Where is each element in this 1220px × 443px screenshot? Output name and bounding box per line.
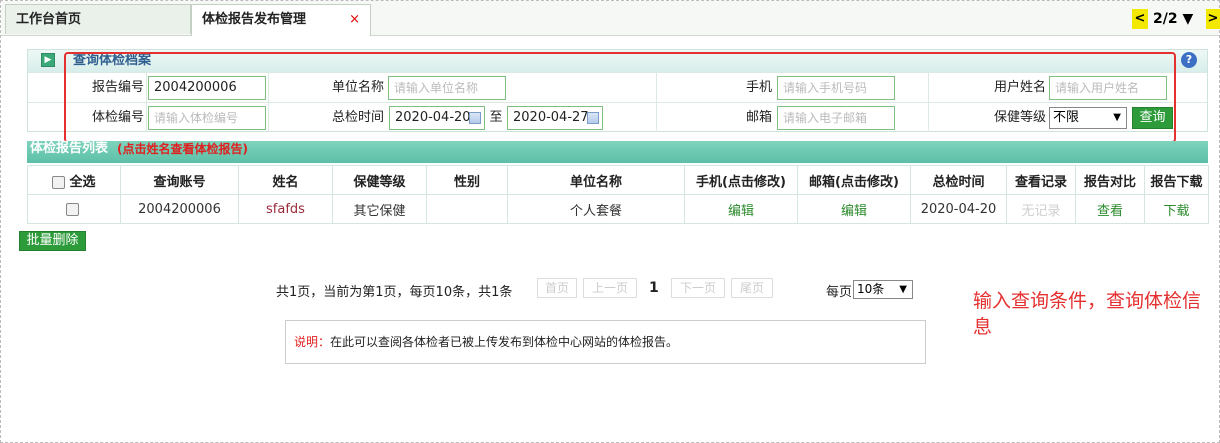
col-phone: 手机(点击修改) [684, 165, 798, 195]
cell-records: 无记录 [1006, 194, 1076, 224]
col-compare: 报告对比 [1075, 165, 1145, 195]
help-icon[interactable]: ? [1181, 52, 1197, 68]
tab-next-button[interactable]: > [1206, 9, 1220, 29]
col-exam-time: 总检时间 [910, 165, 1007, 195]
tab-report-publish[interactable]: 体检报告发布管理 × [191, 4, 371, 36]
list-hint: (点击姓名查看体检报告) [117, 142, 248, 156]
tab-workbench-home[interactable]: 工作台首页 [5, 4, 191, 34]
list-title: 体检报告列表 [30, 141, 109, 156]
cell-name-link[interactable]: sfafds [238, 194, 333, 224]
tab-counter-dropdown[interactable]: 2/2 ▼ [1153, 9, 1193, 29]
page-size-select[interactable]: 10条 ▼ [853, 280, 913, 299]
annotation-text: 输入查询条件，查询体检信息 [973, 290, 1202, 338]
note-box: 说明：在此可以查阅各体检者已被上传发布到体检中心网站的体检报告。 [285, 320, 926, 364]
cell-account: 2004200006 [120, 194, 239, 224]
last-page-button[interactable]: 尾页 [731, 278, 773, 298]
col-gender: 性别 [426, 165, 508, 195]
select-all-checkbox[interactable] [52, 175, 66, 189]
col-unit: 单位名称 [507, 165, 685, 195]
current-page: 1 [649, 280, 659, 296]
close-icon[interactable]: × [349, 5, 360, 35]
download-link[interactable]: 下载 [1144, 194, 1209, 224]
prev-page-button[interactable]: 上一页 [583, 278, 637, 298]
pagination-info: 共1页，当前为第1页，每页10条，共1条 [276, 285, 513, 300]
col-account: 查询账号 [120, 165, 239, 195]
report-table: 全选 查询账号 姓名 保健等级 性别 单位名称 手机(点击修改) 邮箱(点击修改… [27, 165, 1209, 224]
tab-label: 体检报告发布管理 [202, 12, 307, 27]
batch-delete-button[interactable]: 批量删除 [19, 231, 86, 251]
col-name: 姓名 [238, 165, 333, 195]
note-key: 说明： [294, 335, 331, 349]
page-size-label: 每页 [826, 285, 853, 300]
cell-care-level: 其它保健 [332, 194, 427, 224]
col-download: 报告下载 [1144, 165, 1209, 195]
next-page-button[interactable]: 下一页 [671, 278, 725, 298]
cell-gender [426, 194, 508, 224]
tab-label: 工作台首页 [16, 12, 82, 27]
col-records: 查看记录 [1006, 165, 1076, 195]
table-header-row: 全选 查询账号 姓名 保健等级 性别 单位名称 手机(点击修改) 邮箱(点击修改… [27, 165, 1209, 195]
collapse-icon[interactable]: ▶ [41, 53, 55, 67]
highlight-box [64, 52, 1176, 143]
col-email: 邮箱(点击修改) [797, 165, 911, 195]
select-all-header[interactable]: 全选 [27, 165, 121, 195]
page-size-value: 10条 [857, 282, 885, 296]
cell-exam-time: 2020-04-20 [910, 194, 1007, 224]
table-row: 2004200006 sfafds 其它保健 个人套餐 编辑 编辑 2020-0… [27, 194, 1209, 224]
cell-unit: 个人套餐 [507, 194, 685, 224]
edit-email-link[interactable]: 编辑 [797, 194, 911, 224]
compare-link[interactable]: 查看 [1075, 194, 1145, 224]
chevron-down-icon: ▼ [899, 284, 907, 295]
list-header: 体检报告列表 (点击姓名查看体检报告) [27, 141, 1208, 163]
col-care-level: 保健等级 [332, 165, 427, 195]
note-text: 在此可以查阅各体检者已被上传发布到体检中心网站的体检报告。 [330, 335, 679, 349]
tab-bar: 工作台首页 体检报告发布管理 × < 2/2 ▼ > [1, 1, 1220, 36]
row-checkbox[interactable] [65, 202, 79, 216]
tab-prev-button[interactable]: < [1132, 9, 1148, 29]
edit-phone-link[interactable]: 编辑 [684, 194, 798, 224]
first-page-button[interactable]: 首页 [537, 278, 577, 298]
